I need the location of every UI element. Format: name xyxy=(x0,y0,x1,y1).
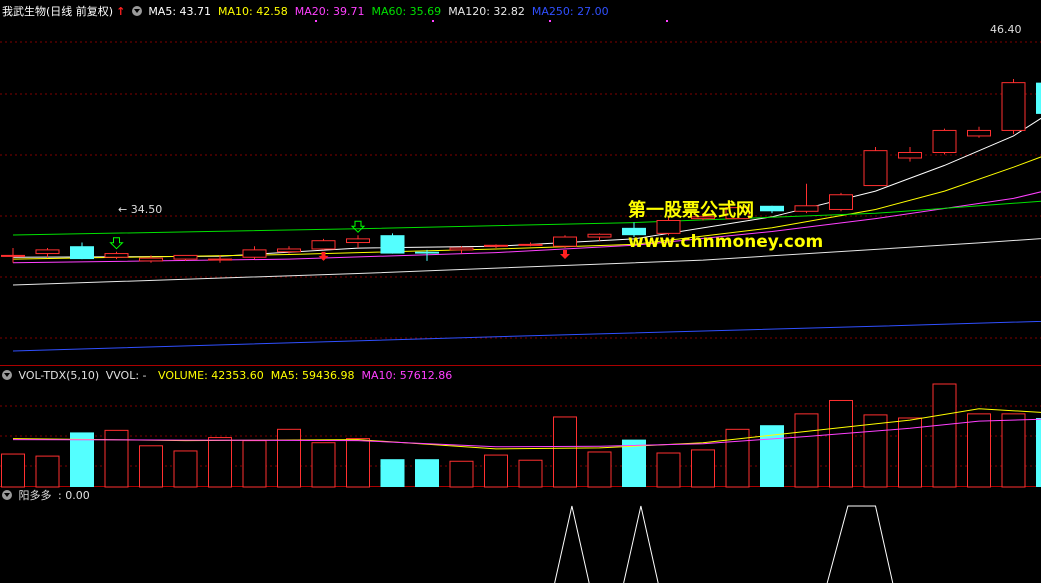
ma-indicator-list: MA5: 43.71 MA10: 42.58 MA20: 39.71 MA60: 35… xyxy=(148,5,615,18)
watermark-title: 第一股票公式网 xyxy=(628,200,754,221)
up-arrow-icon: ↑ xyxy=(116,5,126,18)
watermark-url: www.chnmoney.com xyxy=(628,232,824,252)
indicator-ma20: MA20: 39.71 xyxy=(294,5,365,18)
candle-up xyxy=(104,253,129,258)
candle-up xyxy=(518,243,543,246)
indicator-signal-line xyxy=(554,505,590,583)
indicator-ma10: MA10: 57612.86 xyxy=(361,369,453,382)
candle-up xyxy=(139,257,163,262)
volume-bar-up xyxy=(794,413,819,488)
indicator-signal-line xyxy=(826,505,894,583)
volume-indicator-list: VOLUME: 42353.60 MA5: 59436.98 MA10: 57612… xyxy=(158,369,459,382)
volume-bar-down xyxy=(70,432,94,487)
volume-bar-up xyxy=(691,449,715,488)
candle-up xyxy=(587,233,612,238)
vvol-label: VVOL: - xyxy=(105,369,147,382)
stock-title[interactable]: 我武生物(日线 前复权) xyxy=(2,5,113,18)
candle-down xyxy=(1036,82,1041,114)
candle-up xyxy=(829,194,853,210)
volume-bar-up xyxy=(863,414,888,488)
volume-bar-down xyxy=(415,459,439,487)
volume-title[interactable]: VOL-TDX(5,10) xyxy=(19,369,100,382)
volume-bar-up xyxy=(1001,413,1026,488)
candle-up xyxy=(898,151,922,159)
candle-up xyxy=(863,150,888,187)
candle-up xyxy=(449,247,474,251)
volume-bar-up xyxy=(104,429,129,488)
volume-bar-up xyxy=(484,454,508,488)
volume-bar-up xyxy=(242,440,267,488)
candle-up xyxy=(242,249,267,258)
volume-bar-up xyxy=(311,442,336,488)
indicator-ma250: MA250: 27.00 xyxy=(531,5,609,18)
volume-bar-up xyxy=(829,399,853,488)
indicator-ma5: MA5: 43.71 xyxy=(148,5,212,18)
volume-bar-up xyxy=(967,413,991,488)
top-dot xyxy=(315,20,317,22)
volume-bar-up xyxy=(587,451,612,488)
ma-line-ma250 xyxy=(12,320,1041,352)
volume-bar-up xyxy=(932,383,957,488)
candle-up xyxy=(35,249,60,255)
volume-bar-up xyxy=(35,455,60,488)
top-dot xyxy=(666,20,668,22)
volume-panel-header: VOL-TDX(5,10) VVOL: - VOLUME: 42353.60 MA… xyxy=(2,368,462,384)
candle-up xyxy=(277,248,301,253)
indicator-ma60: MA60: 35.69 xyxy=(371,5,442,18)
main-panel-header: 我武生物(日线 前复权) ↑ MA5: 43.71 MA10: 42.58 MA20:… xyxy=(2,4,619,20)
volume-menu-icon[interactable] xyxy=(2,370,12,380)
sell-signal-icon xyxy=(560,250,570,260)
indicator-ma120: MA120: 32.82 xyxy=(448,5,525,18)
indicator-value: : 0.00 xyxy=(58,489,90,502)
stock-chart[interactable]: 46.40 ← 34.50 xyxy=(0,0,1041,583)
indicator-volume: VOLUME: 42353.60 xyxy=(158,369,264,382)
volume-bar-up xyxy=(553,416,577,488)
volume-bar-up xyxy=(277,428,301,488)
candle-up xyxy=(311,240,336,250)
volume-bar-up xyxy=(139,445,163,488)
indicator-ma5: MA5: 59436.98 xyxy=(270,369,355,382)
candle-down xyxy=(760,205,784,212)
candle-up xyxy=(794,205,819,212)
volume-bar-up xyxy=(1,453,25,488)
candle-up xyxy=(346,238,370,244)
volume-bar-up xyxy=(346,438,370,488)
candle-up xyxy=(1001,82,1026,131)
candle-down xyxy=(415,251,439,254)
volume-bar-up xyxy=(518,459,543,488)
indicator-panel-header: 阳多多 : 0.00 xyxy=(2,488,93,504)
candle-up xyxy=(932,129,957,153)
volume-bar-up xyxy=(208,437,232,488)
indicator2-menu-icon[interactable] xyxy=(2,490,12,500)
candle-up xyxy=(1,254,25,257)
indicator-signal-line xyxy=(623,505,659,583)
candle-down xyxy=(380,235,405,254)
top-dot xyxy=(549,20,551,22)
volume-bar-up xyxy=(656,452,681,488)
high-price-label: 46.40 xyxy=(990,23,1022,36)
candle-up xyxy=(208,258,232,261)
candle-up xyxy=(484,244,508,247)
volume-bar-down xyxy=(380,459,405,487)
volume-bar-down xyxy=(1036,417,1041,487)
candle-up xyxy=(173,254,198,260)
candle-up xyxy=(967,129,991,137)
indicator-title[interactable]: 阳多多 xyxy=(19,489,52,502)
volume-bar-up xyxy=(173,450,198,488)
indicator-ma10: MA10: 42.58 xyxy=(218,5,288,18)
buy-signal-icon xyxy=(350,220,366,233)
volume-bar-up xyxy=(449,460,474,488)
buy-signal-icon xyxy=(109,237,124,250)
indicator-menu-icon[interactable] xyxy=(131,6,142,16)
low-price-label: ← 34.50 xyxy=(118,203,162,216)
candle-down xyxy=(70,246,94,260)
candle-up xyxy=(553,236,577,247)
ma-line-ma60 xyxy=(12,200,1041,236)
top-dot xyxy=(432,20,434,22)
